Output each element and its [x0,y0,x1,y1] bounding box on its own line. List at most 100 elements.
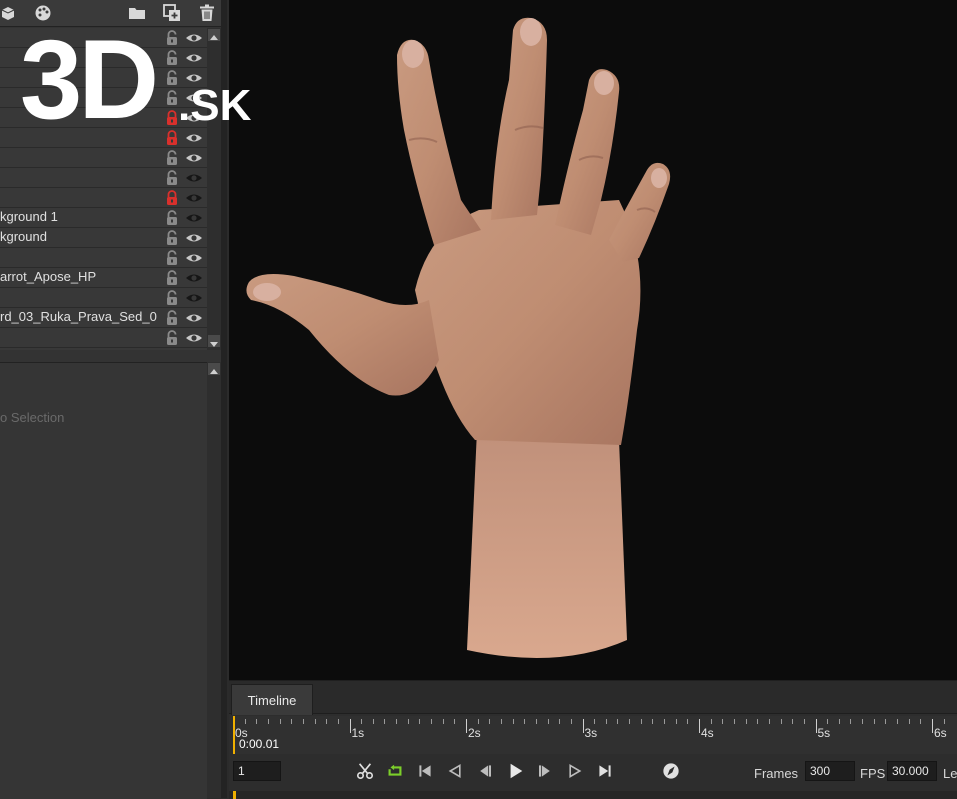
layer-row[interactable]: kground [0,228,207,248]
scroll-down-button[interactable] [208,335,220,347]
eye-hidden-icon[interactable] [185,271,203,285]
frames-field[interactable]: 300 [805,761,855,781]
timeline-panel: Timeline 0s1s2s3s4s5s6s 0:00.01 1 [229,680,957,799]
go-to-start-icon[interactable] [415,761,435,781]
layer-row[interactable] [0,148,207,168]
length-label: Le [943,766,957,781]
ruler-minor-tick [407,719,409,724]
3d-viewport[interactable] [229,0,957,680]
ruler-major-tick [466,719,467,733]
step-forward-icon[interactable] [535,761,555,781]
ruler-minor-tick [722,719,724,724]
eye-icon[interactable] [185,151,203,165]
layer-name: rd_03_Ruka_Prava_Sed_0 [0,309,157,324]
ruler-major-tick [349,719,351,733]
eye-hidden-icon[interactable] [185,191,203,205]
ruler-minor-tick [419,719,421,724]
layer-row[interactable]: arrot_Apose_HP [0,268,207,288]
go-to-end-icon[interactable] [595,761,615,781]
ruler-major-tick [699,719,700,733]
playhead[interactable] [233,716,235,754]
ruler-minor-tick [489,719,491,724]
layer-row[interactable] [0,128,207,148]
lock-open-icon[interactable] [164,310,180,326]
ruler-minor-tick [687,719,689,724]
layer-row[interactable]: arrot_Apose_HP [0,288,207,308]
ruler-minor-tick [675,719,677,724]
lock-open-icon[interactable] [164,290,180,306]
ruler-minor-tick [838,719,840,724]
ruler-minor-tick [302,719,304,724]
lock-open-icon[interactable] [164,230,180,246]
no-selection-text: o Selection [0,410,65,425]
ruler-minor-tick [757,719,759,724]
timeline-ruler[interactable]: 0s 1s 2s 3s 4s 5s 6s [233,716,957,754]
eye-icon[interactable] [185,251,203,265]
eye-icon[interactable] [185,331,203,345]
scroll-up-button[interactable] [208,363,220,375]
lock-closed-icon[interactable] [164,190,180,206]
layer-row[interactable] [0,168,207,188]
ruler-minor-tick [442,719,444,724]
layer-row[interactable] [0,188,207,208]
ruler-minor-tick [454,719,456,724]
ruler-minor-tick [897,719,899,724]
ruler-minor-tick [664,719,666,724]
ruler-minor-tick [920,719,922,724]
eye-hidden-icon[interactable] [185,211,203,225]
current-time: 0:00.01 [239,737,280,751]
ruler-minor-tick [640,719,642,724]
eye-icon[interactable] [185,131,203,145]
ruler-minor-tick [559,719,561,724]
loop-icon[interactable] [385,761,405,781]
ruler-minor-tick [431,719,433,724]
play-icon[interactable] [506,761,526,781]
ruler-minor-tick [512,719,514,724]
lock-open-icon[interactable] [164,210,180,226]
ruler-minor-tick [873,719,875,724]
frames-label: Frames [754,766,799,781]
lock-open-icon[interactable] [164,250,180,266]
ruler-minor-tick [396,719,398,724]
previous-key-icon[interactable] [445,761,465,781]
ruler-minor-tick [792,719,794,724]
lock-open-icon[interactable] [164,330,180,346]
ruler-minor-tick [477,719,479,724]
eye-hidden-icon[interactable] [185,291,203,305]
ruler-minor-tick [745,719,747,724]
ruler-minor-tick [256,719,258,724]
lock-closed-icon[interactable] [164,130,180,146]
layer-row[interactable] [0,248,207,268]
ruler-minor-tick [570,719,572,724]
layer-row[interactable]: kground 1 [0,208,207,228]
fps-field[interactable]: 30.000 [887,761,937,781]
ruler-minor-tick [803,719,805,724]
cube-icon[interactable] [0,3,18,23]
ruler-tick-label: 2s [468,726,481,740]
layer-row[interactable]: rd_03_Ruka_Prava_Sed_0 [0,308,207,328]
tab-timeline[interactable]: Timeline [231,684,313,715]
step-back-icon[interactable] [475,761,495,781]
3dsk-logo: 3D .SK [20,17,252,126]
ruler-minor-tick [652,719,654,724]
eye-hidden-icon[interactable] [185,171,203,185]
ruler-minor-tick [547,719,549,724]
lock-open-icon[interactable] [164,270,180,286]
compass-icon[interactable] [661,761,681,781]
next-key-icon[interactable] [565,761,585,781]
lock-open-icon[interactable] [164,150,180,166]
eye-icon[interactable] [185,231,203,245]
scissors-icon[interactable] [355,761,375,781]
layer-row[interactable] [0,328,207,348]
svg-text:.SK: .SK [178,81,252,126]
ruler-minor-tick [535,719,537,724]
ruler-minor-tick [885,719,887,724]
eye-icon[interactable] [185,311,203,325]
properties-scrollbar[interactable] [207,362,221,798]
ruler-minor-tick [908,719,910,724]
ruler-minor-tick [291,719,293,724]
ruler-major-tick [815,719,817,733]
frame-field[interactable]: 1 [233,761,281,781]
lock-open-icon[interactable] [164,170,180,186]
fps-label: FPS [860,766,886,781]
